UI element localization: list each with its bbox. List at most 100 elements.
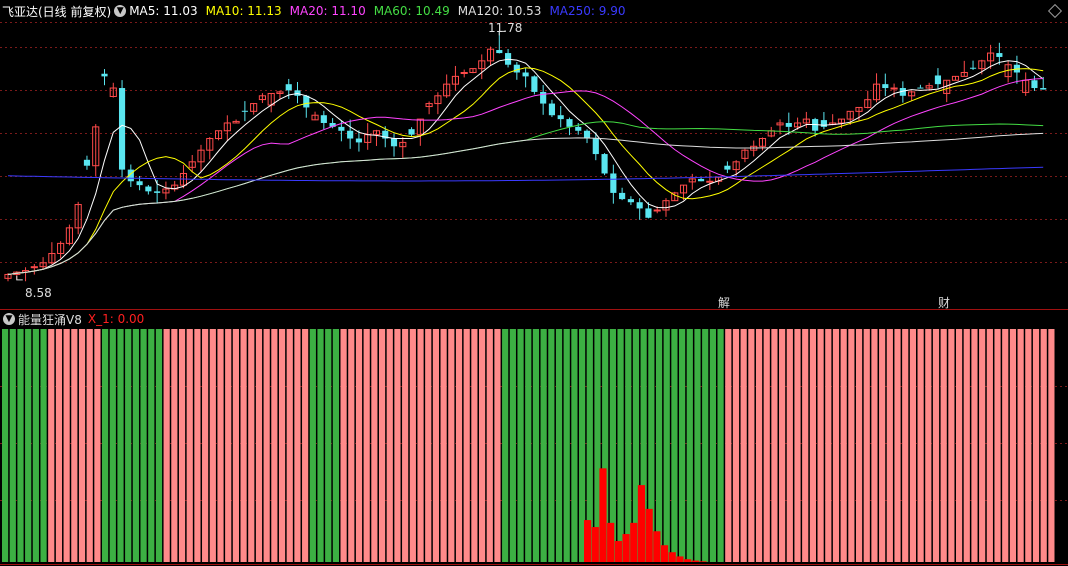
status-bar (532, 329, 540, 562)
energy-bar (699, 561, 707, 562)
status-bar (725, 329, 732, 562)
status-bar (125, 329, 132, 562)
status-bar (486, 329, 493, 562)
status-bar (455, 329, 463, 562)
status-bar (409, 329, 416, 562)
status-bar (617, 329, 624, 562)
status-bar (709, 329, 716, 562)
candle-body-up (30, 266, 38, 269)
event-marker-cai[interactable]: 财 (938, 294, 950, 311)
candle-body-down (101, 73, 108, 77)
status-bar (471, 329, 478, 562)
status-bar (286, 329, 293, 562)
status-bar (809, 329, 817, 562)
candle-body-down (154, 191, 161, 193)
energy-bar (668, 552, 676, 562)
status-bar (1002, 329, 1009, 562)
candle-body-down (583, 130, 591, 139)
energy-bar (676, 556, 684, 562)
status-bar (478, 329, 486, 562)
status-bar (425, 329, 432, 562)
status-bar (909, 329, 917, 562)
candle-body-down (636, 202, 643, 209)
status-bar (871, 329, 878, 562)
candle-body-down (531, 76, 538, 92)
status-bar (132, 329, 139, 562)
candle-body-down (338, 126, 345, 131)
candle-body-down (566, 119, 573, 127)
low-price-label: 8.58 (25, 286, 52, 300)
candle-body-down (969, 67, 977, 69)
candle-body-down (1040, 88, 1047, 90)
status-bar (1048, 329, 1055, 562)
status-bar (378, 329, 386, 562)
status-bar (940, 329, 947, 562)
status-bar (917, 329, 924, 562)
candle-body-down (390, 138, 398, 147)
status-bar (140, 329, 147, 562)
status-bar (94, 329, 101, 562)
status-bar (255, 329, 263, 562)
energy-bar (684, 559, 692, 562)
status-bar (571, 329, 578, 562)
status-bar (417, 329, 424, 562)
status-bar (1040, 329, 1047, 562)
status-bar (779, 329, 786, 562)
status-bar (955, 329, 963, 562)
status-bar (86, 329, 93, 562)
status-bar (848, 329, 855, 562)
candle-body-down (83, 159, 91, 166)
status-bar (325, 329, 332, 562)
ma120-line (7, 132, 1044, 275)
status-bar (317, 329, 324, 562)
status-bar (186, 329, 193, 562)
event-marker-jie[interactable]: 解 (718, 294, 730, 311)
ma60-line (7, 121, 1044, 275)
candle-body-up (653, 209, 661, 212)
energy-bar (630, 522, 638, 562)
status-bar (217, 329, 224, 562)
energy-bar (653, 531, 661, 562)
status-bar (717, 329, 724, 562)
status-bar (509, 329, 516, 562)
status-bar (794, 329, 801, 562)
kline-chart-canvas[interactable] (0, 0, 1068, 566)
status-bar (825, 329, 832, 562)
status-bar (402, 329, 409, 562)
status-bar (9, 329, 16, 562)
status-bar (363, 329, 370, 562)
energy-bar (591, 527, 599, 562)
status-bar (671, 329, 678, 562)
status-bar (840, 329, 847, 562)
status-bar (832, 329, 840, 562)
candle-body-down (285, 84, 292, 91)
status-bar (25, 329, 32, 562)
ma5-line (7, 58, 1044, 275)
status-bar (748, 329, 755, 562)
status-bar (863, 329, 870, 562)
status-bar (348, 329, 355, 562)
candle-body-down (996, 53, 1003, 57)
status-bar (432, 329, 440, 562)
low-marker (16, 275, 23, 281)
status-bar (817, 329, 824, 562)
candle-body-down (548, 103, 556, 116)
status-bar (663, 329, 670, 562)
status-bar (502, 329, 509, 562)
energy-bar (622, 534, 630, 562)
status-bar (463, 329, 470, 562)
candle-body-down (320, 115, 327, 123)
status-bar (371, 329, 378, 562)
status-bar (563, 329, 570, 562)
status-bar (879, 329, 886, 562)
status-bar (340, 329, 347, 562)
candle-body-down (934, 75, 942, 85)
status-bar (763, 329, 770, 562)
candle-body-down (619, 192, 626, 200)
candle-body-down (522, 72, 529, 77)
status-bar (232, 329, 239, 562)
candle-body-down (698, 178, 705, 182)
status-bar (855, 329, 863, 562)
status-bar (440, 329, 447, 562)
status-bar (448, 329, 455, 562)
